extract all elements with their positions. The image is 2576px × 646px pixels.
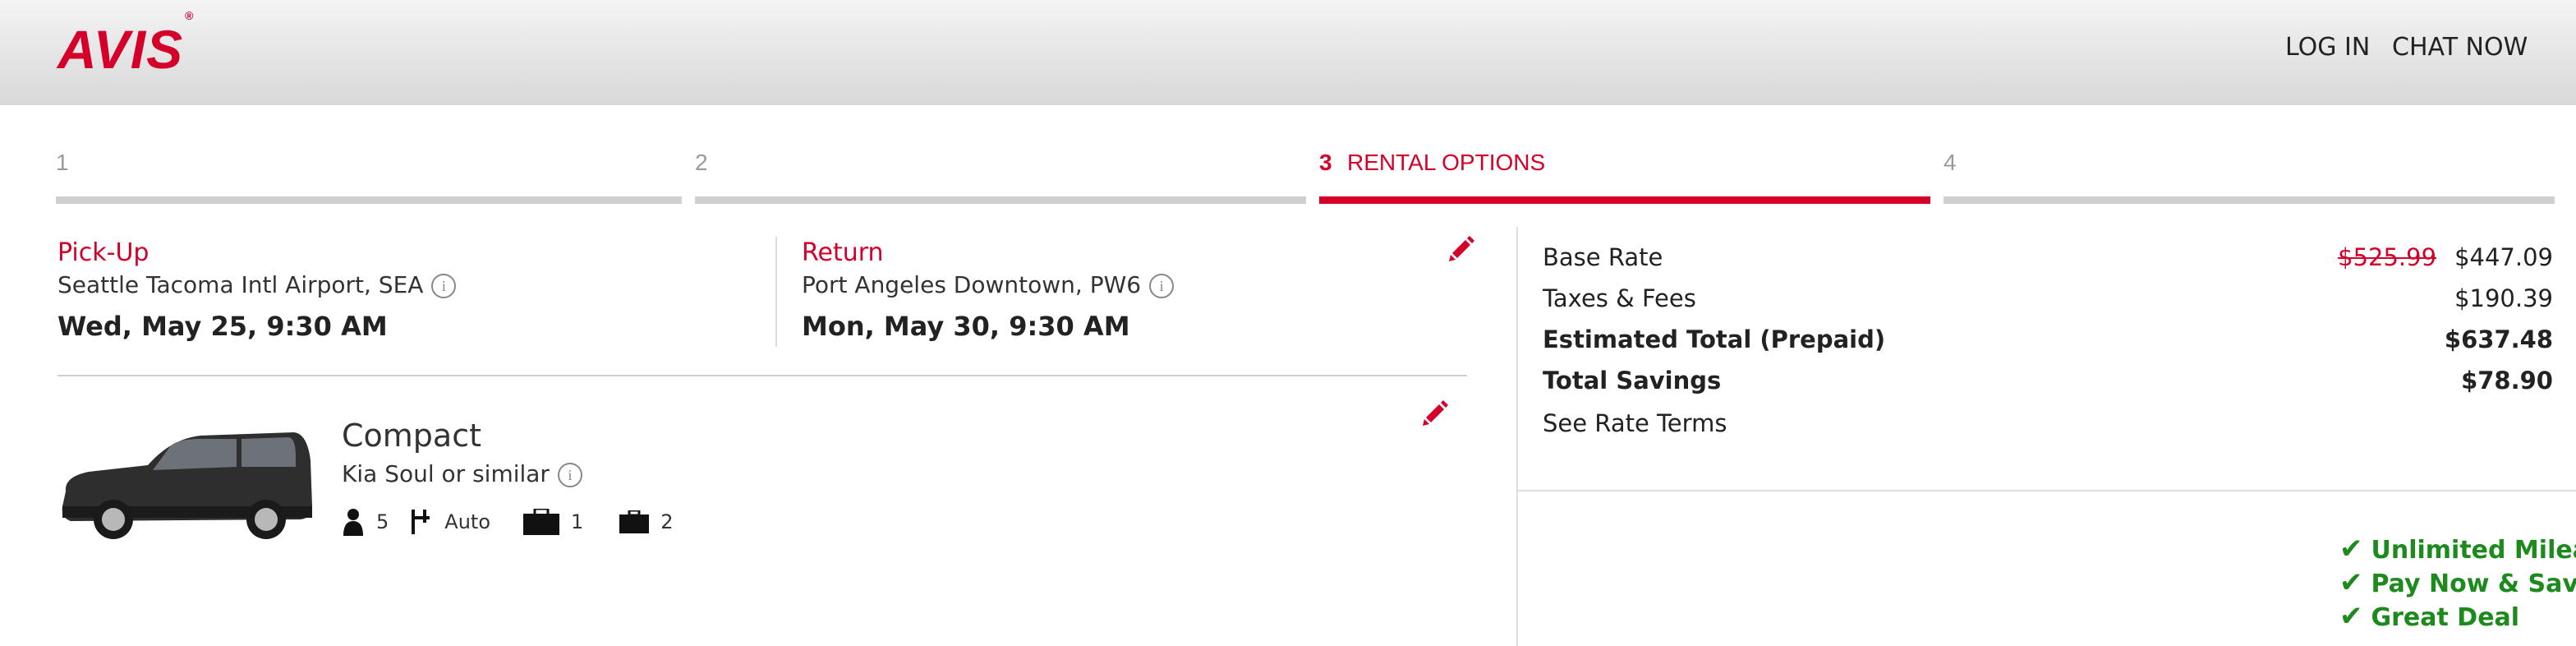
small-luggage-icon xyxy=(619,510,650,533)
step-number: 1 xyxy=(56,150,69,175)
info-icon[interactable]: i xyxy=(1149,274,1175,298)
registered-mark: ® xyxy=(185,9,195,22)
feature-unlimited-mileage: ✔ Unlimited Mileage xyxy=(2339,533,2576,565)
site-header: AVIS® LOG IN CHAT NOW xyxy=(0,0,2576,105)
pickup-label: Pick-Up xyxy=(58,238,150,267)
passenger-count: 5 xyxy=(376,510,389,533)
feature-great-deal: ✔ Great Deal xyxy=(2339,600,2519,633)
step-4[interactable]: 4 xyxy=(1944,145,2555,204)
step-number: 2 xyxy=(695,150,708,175)
feature-pay-now-save: ✔ Pay Now & Save xyxy=(2339,566,2576,599)
feature-label: Pay Now & Save xyxy=(2371,570,2576,598)
transmission-icon xyxy=(412,510,430,534)
total-savings-value: $78.90 xyxy=(2461,367,2553,395)
section-divider xyxy=(58,375,1467,376)
base-rate-label: Base Rate xyxy=(1543,243,1663,271)
pricing-divider xyxy=(1516,490,2576,491)
estimated-total-value: $637.48 xyxy=(2444,325,2553,353)
info-icon[interactable]: i xyxy=(557,463,582,487)
estimated-total-label: Estimated Total (Prepaid) xyxy=(1543,325,1886,353)
passenger-icon xyxy=(343,509,363,536)
checkmark-icon: ✔ xyxy=(2339,533,2363,565)
transmission-type: Auto xyxy=(444,510,491,533)
taxes-fees-link[interactable]: Taxes & Fees xyxy=(1543,284,1696,312)
logo-text: AVIS xyxy=(58,19,184,80)
car-model: Kia Soul or similar i xyxy=(342,460,582,487)
base-rate-values: $525.99 $447.09 xyxy=(2338,243,2553,271)
avis-logo[interactable]: AVIS® xyxy=(58,9,193,81)
checkmark-icon: ✔ xyxy=(2339,566,2363,599)
pickup-location: Seattle Tacoma Intl Airport, SEA i xyxy=(58,271,457,298)
see-rate-terms-link[interactable]: See Rate Terms xyxy=(1543,409,1727,437)
large-bag-count: 1 xyxy=(571,510,584,533)
large-luggage-icon xyxy=(523,509,560,535)
step-3-rental-options[interactable]: 3 RENTAL OPTIONS xyxy=(1319,145,1930,204)
car-class: Compact xyxy=(342,418,481,454)
return-location-text: Port Angeles Downtown, PW6 xyxy=(802,271,1142,298)
return-location: Port Angeles Downtown, PW6 i xyxy=(802,271,1175,298)
edit-car-icon[interactable] xyxy=(1421,398,1449,426)
total-savings-label: Total Savings xyxy=(1543,367,1722,395)
feature-label: Unlimited Mileage xyxy=(2371,536,2576,565)
step-number: 3 xyxy=(1319,150,1332,175)
pricing-panel-border xyxy=(1516,227,1518,646)
step-number: 4 xyxy=(1944,150,1957,175)
login-link[interactable]: LOG IN xyxy=(2285,33,2370,62)
small-bag-count: 2 xyxy=(660,510,674,533)
taxes-fees-value: $190.39 xyxy=(2454,284,2553,312)
checkmark-icon: ✔ xyxy=(2339,600,2363,633)
car-model-text: Kia Soul or similar xyxy=(342,460,550,487)
step-1[interactable]: 1 xyxy=(56,145,682,204)
pickup-location-text: Seattle Tacoma Intl Airport, SEA xyxy=(58,271,424,298)
chat-now-link[interactable]: CHAT NOW xyxy=(2392,33,2528,62)
pickup-datetime: Wed, May 25, 9:30 AM xyxy=(58,311,388,342)
location-divider xyxy=(775,237,777,347)
car-specs: 5 Auto 1 2 xyxy=(342,508,674,536)
return-datetime: Mon, May 30, 9:30 AM xyxy=(802,311,1130,342)
edit-location-icon[interactable] xyxy=(1447,233,1475,261)
base-rate-price: $447.09 xyxy=(2454,243,2553,271)
car-image xyxy=(62,432,312,539)
base-rate-original: $525.99 xyxy=(2338,243,2437,271)
feature-label: Great Deal xyxy=(2371,603,2520,632)
info-icon[interactable]: i xyxy=(431,274,457,298)
step-2[interactable]: 2 xyxy=(695,145,1306,204)
step-label: RENTAL OPTIONS xyxy=(1347,150,1546,175)
return-label: Return xyxy=(802,238,884,267)
